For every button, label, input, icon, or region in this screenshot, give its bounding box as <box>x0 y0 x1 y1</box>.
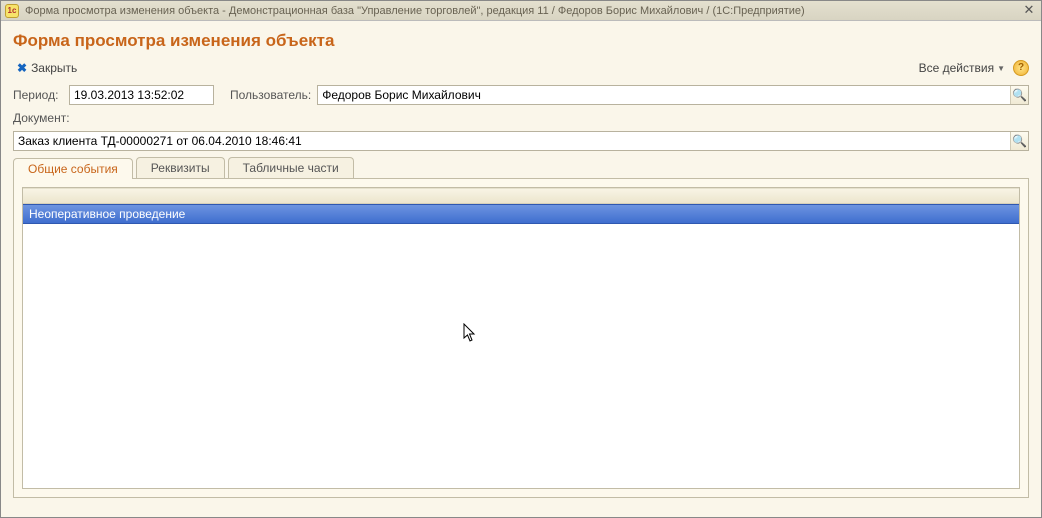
user-lookup-button[interactable]: 🔍 <box>1010 86 1028 104</box>
tab-table-parts[interactable]: Табличные части <box>228 157 354 178</box>
all-actions-label: Все действия <box>919 61 994 75</box>
tabs: Общие события Реквизиты Табличные части <box>13 157 1029 178</box>
events-list[interactable]: Неоперативное проведение <box>22 187 1020 489</box>
cursor-icon <box>463 323 477 348</box>
list-header <box>23 188 1019 204</box>
chevron-down-icon: ▼ <box>997 64 1005 73</box>
period-label: Период: <box>13 88 63 102</box>
window-close-button[interactable]: ✕ <box>1021 3 1037 19</box>
tab-attributes[interactable]: Реквизиты <box>136 157 225 178</box>
period-field[interactable] <box>70 86 213 104</box>
list-item[interactable]: Неоперативное проведение <box>23 204 1019 224</box>
close-button-label: Закрыть <box>31 61 77 75</box>
user-field-wrapper: 🔍 <box>317 85 1029 105</box>
app-icon: 1c <box>5 4 19 18</box>
tab-pane: Неоперативное проведение <box>13 178 1029 498</box>
search-icon: 🔍 <box>1012 134 1027 148</box>
window-titlebar: 1c Форма просмотра изменения объекта - Д… <box>1 1 1041 21</box>
document-field[interactable] <box>14 132 1010 150</box>
content-area: Форма просмотра изменения объекта ✖ Закр… <box>1 21 1041 517</box>
search-icon: 🔍 <box>1012 88 1027 102</box>
toolbar: ✖ Закрыть Все действия ▼ ? <box>13 59 1029 77</box>
page-title: Форма просмотра изменения объекта <box>13 31 1029 51</box>
window-title: Форма просмотра изменения объекта - Демо… <box>25 5 805 17</box>
document-label: Документ: <box>13 111 70 125</box>
all-actions-button[interactable]: Все действия ▼ <box>919 61 1005 75</box>
user-field[interactable] <box>318 86 1010 104</box>
tab-general-events[interactable]: Общие события <box>13 158 133 179</box>
close-icon: ✖ <box>17 61 27 75</box>
user-label: Пользователь: <box>230 88 311 102</box>
period-field-wrapper <box>69 85 214 105</box>
document-field-wrapper: 🔍 <box>13 131 1029 151</box>
close-button[interactable]: ✖ Закрыть <box>13 59 81 77</box>
document-lookup-button[interactable]: 🔍 <box>1010 132 1028 150</box>
help-icon[interactable]: ? <box>1013 60 1029 76</box>
